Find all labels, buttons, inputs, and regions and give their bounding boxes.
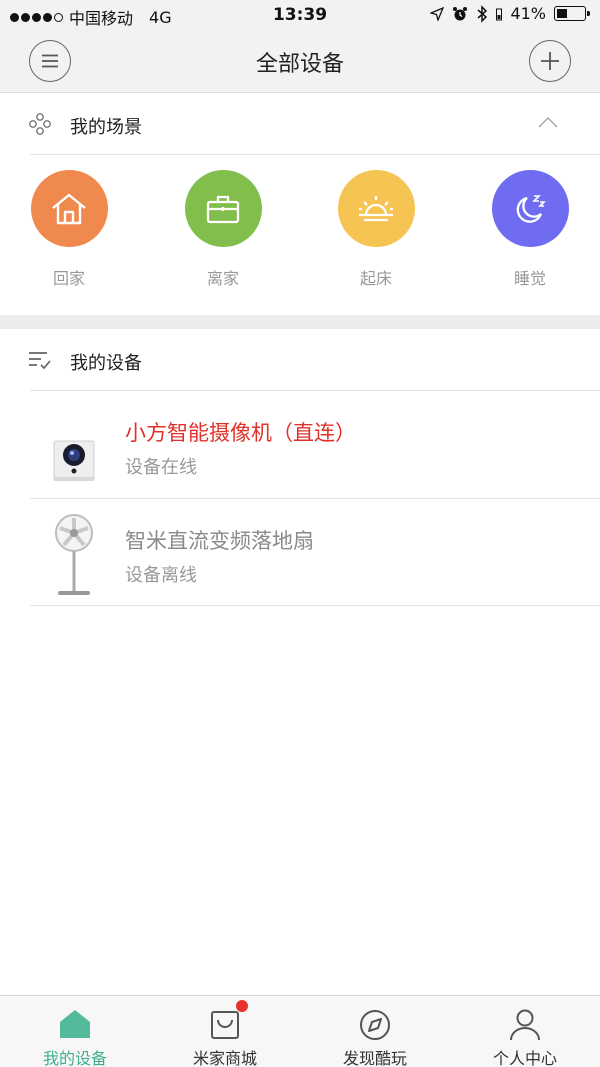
bluetooth-icon [477, 4, 488, 23]
scenes-icon [29, 113, 51, 135]
scene-bubble [184, 170, 262, 247]
compass-icon [360, 1010, 390, 1040]
tab-mi-store[interactable]: 米家商城 [150, 996, 300, 1067]
home-tab-icon [60, 1010, 90, 1038]
device-row-camera[interactable]: 小方智能摄像机（直连） 设备在线 [0, 391, 600, 498]
moon-icon [516, 194, 546, 223]
shopping-bag-icon [211, 1011, 239, 1039]
tab-label: 发现酷玩 [342, 1049, 407, 1067]
tab-label: 我的设备 [42, 1049, 107, 1067]
scene-sleep[interactable]: 睡觉 [480, 170, 580, 289]
battery-percent: 41% [510, 4, 546, 23]
alarm-clock-icon [453, 6, 468, 20]
home-icon [52, 193, 86, 224]
tab-label: 米家商城 [192, 1049, 257, 1067]
camera-device-thumbnail [53, 440, 95, 481]
device-name: 小方智能摄像机（直连） [125, 421, 356, 445]
scene-label: 回家 [52, 269, 85, 288]
battery-charging-small-icon [496, 8, 503, 20]
chevron-up-icon[interactable] [538, 116, 558, 128]
status-bar: 中国移动 4G 13:39 41% [0, 0, 600, 30]
scene-home[interactable]: 回家 [19, 170, 119, 289]
user-icon [510, 1009, 540, 1041]
notification-badge [236, 1000, 248, 1012]
scenes-grid: 回家 离家 起床 睡觉 [0, 155, 600, 315]
scene-bubble [30, 170, 108, 247]
device-name: 智米直流变频落地扇 [125, 529, 314, 553]
fan-device-thumbnail [55, 514, 93, 595]
tab-profile[interactable]: 个人中心 [450, 996, 600, 1067]
devices-section-title: 我的设备 [70, 353, 142, 374]
tab-label: 个人中心 [492, 1049, 557, 1067]
battery-icon [554, 6, 590, 21]
bottom-tab-bar: 我的设备 米家商城 发现酷玩 个人中心 [0, 995, 600, 1067]
navigation-header: 全部设备 [0, 30, 600, 93]
divider [30, 605, 600, 606]
page-title: 全部设备 [255, 52, 344, 77]
scene-leave-home[interactable]: 离家 [173, 170, 273, 289]
scene-label: 睡觉 [513, 269, 546, 288]
scene-bubble [337, 170, 415, 247]
device-status: 设备在线 [125, 457, 197, 478]
plus-icon [541, 52, 559, 70]
scenes-section-header[interactable]: 我的场景 [0, 94, 600, 154]
scene-label: 离家 [206, 269, 239, 288]
devices-section-header: 我的设备 [0, 330, 600, 390]
add-device-button[interactable] [529, 40, 571, 82]
scene-wake-up[interactable]: 起床 [326, 170, 426, 289]
scene-label: 起床 [359, 269, 392, 288]
device-row-fan[interactable]: 智米直流变频落地扇 设备离线 [0, 499, 600, 606]
scene-bubble [491, 170, 569, 247]
briefcase-icon [206, 195, 240, 223]
scenes-section-title: 我的场景 [70, 117, 142, 138]
device-list-icon [29, 352, 51, 370]
location-arrow-icon [430, 6, 445, 21]
section-separator [0, 315, 600, 329]
sunrise-icon [359, 195, 393, 221]
tab-discover[interactable]: 发现酷玩 [300, 996, 450, 1067]
device-status: 设备离线 [125, 565, 197, 586]
tab-my-devices[interactable]: 我的设备 [0, 996, 150, 1067]
